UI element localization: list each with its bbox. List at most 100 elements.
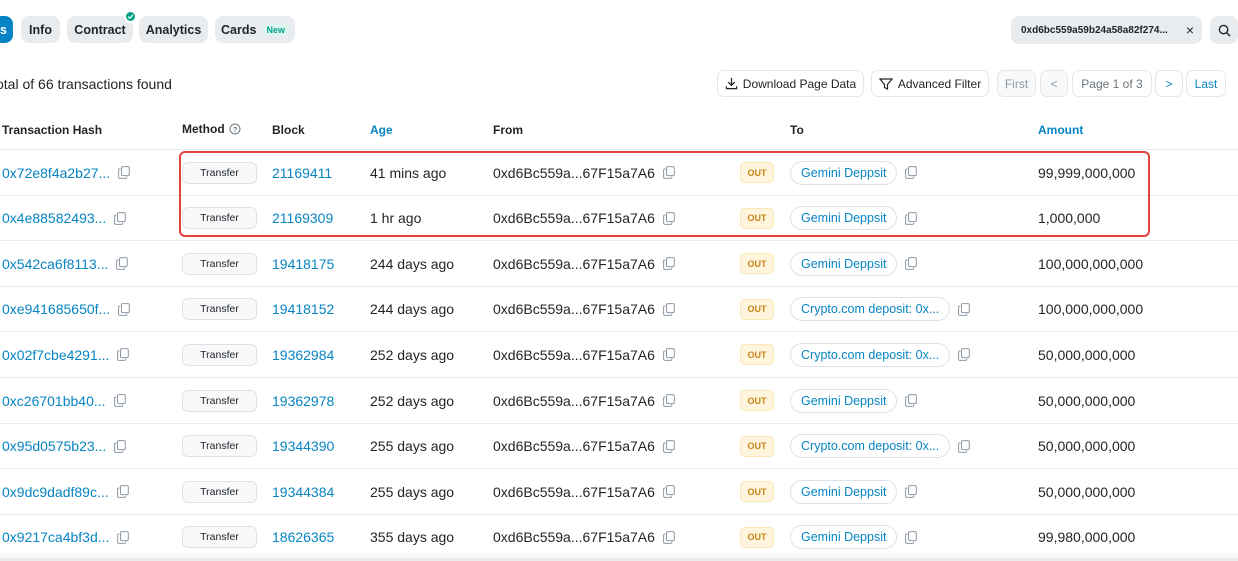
copy-icon[interactable] xyxy=(905,257,918,271)
block-link[interactable]: 19344384 xyxy=(272,484,334,500)
col-to: To xyxy=(790,123,804,137)
copy-icon[interactable] xyxy=(905,211,918,225)
from-address[interactable]: 0xd6Bc559a...67F15a7A6 xyxy=(493,301,655,317)
method-cell: Transfer xyxy=(182,378,257,423)
block-link[interactable]: 19344390 xyxy=(272,438,334,454)
copy-icon[interactable] xyxy=(905,166,918,179)
from-address[interactable]: 0xd6Bc559a...67F15a7A6 xyxy=(493,165,655,181)
copy-icon[interactable] xyxy=(113,394,126,407)
to-address-pill[interactable]: Crypto.com deposit: 0x... xyxy=(790,297,951,322)
copy-icon[interactable] xyxy=(958,348,971,362)
block-link[interactable]: 21169411 xyxy=(272,165,332,181)
tx-hash-cell: 0x02f7cbe4291... xyxy=(2,332,130,377)
close-icon[interactable]: × xyxy=(1186,22,1194,38)
copy-icon[interactable] xyxy=(663,257,675,271)
copy-icon[interactable] xyxy=(117,530,130,544)
to-address-pill[interactable]: Crypto.com deposit: 0x... xyxy=(790,342,951,367)
to-address-pill[interactable]: Gemini Deppsit xyxy=(790,479,898,504)
block-link[interactable]: 19362978 xyxy=(272,393,334,409)
from-address[interactable]: 0xd6Bc559a...67F15a7A6 xyxy=(493,529,655,545)
tab-cards[interactable]: Cards New xyxy=(215,16,295,43)
method-cell: Transfer xyxy=(182,196,257,241)
to-address-pill[interactable]: Crypto.com deposit: 0x... xyxy=(790,434,951,459)
copy-icon[interactable] xyxy=(663,302,675,316)
copy-icon[interactable] xyxy=(663,211,675,225)
to-address-pill[interactable]: Gemini Deppsit xyxy=(790,160,898,185)
tab-label: Cards xyxy=(221,22,257,37)
block-link[interactable]: 19418175 xyxy=(272,256,334,272)
pager-first-button[interactable]: First xyxy=(997,70,1036,97)
col-from: From xyxy=(493,123,523,137)
copy-icon[interactable] xyxy=(905,530,918,544)
copy-icon[interactable] xyxy=(114,211,127,225)
col-method-label: Method xyxy=(182,122,225,136)
out-badge: OUT xyxy=(740,526,774,548)
tx-hash-link[interactable]: 0x95d0575b23... xyxy=(2,438,106,454)
copy-icon[interactable] xyxy=(958,439,971,453)
tab-info[interactable]: Info xyxy=(21,16,60,43)
to-address-pill[interactable]: Gemini Deppsit xyxy=(790,206,898,231)
tx-hash-link[interactable]: 0x4e88582493... xyxy=(2,210,106,226)
copy-icon[interactable] xyxy=(663,394,675,407)
to-address-pill[interactable]: Gemini Deppsit xyxy=(790,525,898,550)
copy-icon[interactable] xyxy=(118,302,131,316)
method-badge: Transfer xyxy=(182,207,257,230)
copy-icon[interactable] xyxy=(663,439,675,453)
tab-contract[interactable]: Contract xyxy=(67,10,137,43)
block-cell: 21169411 xyxy=(272,150,332,195)
tab-transactions[interactable]: s xyxy=(0,16,13,43)
to-address-pill[interactable]: Gemini Deppsit xyxy=(790,251,898,276)
advanced-filter-button[interactable]: Advanced Filter xyxy=(871,70,989,97)
block-link[interactable]: 21169309 xyxy=(272,210,333,226)
tx-hash-link[interactable]: 0x72e8f4a2b27... xyxy=(2,165,110,181)
copy-icon[interactable] xyxy=(116,485,129,499)
copy-icon[interactable] xyxy=(663,485,675,499)
block-link[interactable]: 18626365 xyxy=(272,529,334,545)
copy-icon[interactable] xyxy=(116,257,129,271)
copy-icon[interactable] xyxy=(905,394,918,407)
filter-icon xyxy=(878,77,893,90)
from-address[interactable]: 0xd6Bc559a...67F15a7A6 xyxy=(493,438,655,454)
tx-hash-cell: 0x542ca6f8113... xyxy=(2,241,129,286)
tx-hash-link[interactable]: 0xc26701bb40... xyxy=(2,393,106,409)
amount-cell: 50,000,000,000 xyxy=(1038,438,1136,455)
from-address[interactable]: 0xd6Bc559a...67F15a7A6 xyxy=(493,393,655,409)
copy-icon[interactable] xyxy=(958,302,971,316)
age-cell: 252 days ago xyxy=(370,392,455,409)
to-address-pill[interactable]: Gemini Deppsit xyxy=(790,388,898,413)
copy-icon[interactable] xyxy=(118,166,131,179)
copy-icon[interactable] xyxy=(663,166,675,179)
from-address[interactable]: 0xd6Bc559a...67F15a7A6 xyxy=(493,484,655,500)
tab-label: Analytics xyxy=(145,22,202,37)
tx-hash-link[interactable]: 0x9217ca4bf3d... xyxy=(2,529,109,545)
copy-icon[interactable] xyxy=(663,530,675,544)
tx-hash-link[interactable]: 0x9dc9dadf89c... xyxy=(2,484,109,500)
block-link[interactable]: 19362984 xyxy=(272,347,334,363)
direction-cell: OUT xyxy=(740,378,774,423)
col-age[interactable]: Age xyxy=(370,123,393,137)
block-link[interactable]: 19418152 xyxy=(272,301,334,317)
age-cell: 252 days ago xyxy=(370,346,455,363)
copy-icon[interactable] xyxy=(114,439,127,453)
download-page-data-button[interactable]: Download Page Data xyxy=(717,70,864,97)
block-cell: 19362984 xyxy=(272,332,334,377)
col-amount[interactable]: Amount xyxy=(1038,123,1083,137)
tab-analytics[interactable]: Analytics xyxy=(139,16,208,43)
tx-hash-link[interactable]: 0x542ca6f8113... xyxy=(2,256,108,272)
from-address[interactable]: 0xd6Bc559a...67F15a7A6 xyxy=(493,210,655,226)
pager-next-button[interactable]: > xyxy=(1155,70,1183,97)
from-address[interactable]: 0xd6Bc559a...67F15a7A6 xyxy=(493,347,655,363)
info-circle-icon[interactable]: ? xyxy=(229,123,241,135)
from-address[interactable]: 0xd6Bc559a...67F15a7A6 xyxy=(493,256,655,272)
pager-prev-button[interactable]: < xyxy=(1040,70,1068,97)
from-cell: 0xd6Bc559a...67F15a7A6 xyxy=(493,378,675,423)
copy-icon[interactable] xyxy=(905,485,918,499)
copy-icon[interactable] xyxy=(117,348,130,362)
tx-hash-link[interactable]: 0x02f7cbe4291... xyxy=(2,347,109,363)
pager-last-button[interactable]: Last xyxy=(1186,70,1226,97)
tx-hash-link[interactable]: 0xe941685650f... xyxy=(2,301,110,317)
copy-icon[interactable] xyxy=(663,348,675,362)
block-cell: 19344384 xyxy=(272,469,334,514)
to-cell: Crypto.com deposit: 0x... xyxy=(790,424,971,469)
search-button[interactable] xyxy=(1210,16,1238,44)
